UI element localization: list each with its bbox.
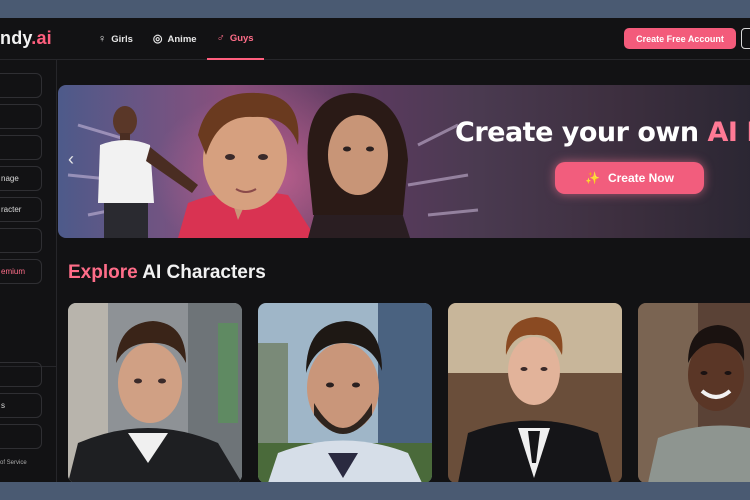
character-card[interactable] — [448, 303, 622, 482]
character-portrait — [448, 303, 622, 482]
create-now-label: Create Now — [607, 171, 674, 185]
sidebar-item[interactable] — [0, 135, 42, 160]
character-portrait — [638, 303, 750, 482]
banner-figure-2 — [178, 92, 316, 238]
magic-wand-icon: ✨ — [585, 171, 600, 185]
top-header: ndy.ai ♀ Girls ◎ Anime ♂ Guys Create Fre… — [0, 18, 750, 60]
secondary-header-button[interactable] — [741, 28, 750, 49]
female-icon: ♀ — [98, 32, 107, 45]
headline-text: Create your own — [455, 117, 708, 148]
banner-headline: Create your own AI Boyfr — [455, 117, 750, 148]
nav-guys-label: Guys — [229, 32, 254, 44]
character-card[interactable] — [638, 303, 750, 482]
sidebar-item[interactable]: s — [0, 393, 42, 418]
character-card[interactable] — [68, 303, 242, 482]
explore-accent: Explore — [68, 262, 138, 283]
logo-text: ndy — [0, 28, 32, 48]
sidebar-item[interactable] — [0, 73, 42, 98]
logo[interactable]: ndy.ai — [0, 28, 52, 49]
app-window: ndy.ai ♀ Girls ◎ Anime ♂ Guys Create Fre… — [0, 18, 750, 482]
character-card[interactable] — [258, 303, 432, 482]
character-portrait — [68, 303, 242, 482]
banner-figure-1 — [98, 106, 198, 238]
headline-accent: AI Boyfr — [707, 117, 750, 148]
sidebar-item[interactable] — [0, 228, 42, 253]
nav-anime[interactable]: ◎ Anime — [143, 18, 207, 60]
chevron-left-icon[interactable]: ‹ — [68, 149, 74, 170]
sidebar-item-premium[interactable]: emium — [0, 259, 42, 284]
create-now-button[interactable]: ✨ Create Now — [555, 162, 704, 194]
hero-banner[interactable]: ‹ Create your own AI Boyfr ✨ Create Now — [58, 85, 750, 238]
sidebar-item[interactable] — [0, 362, 42, 387]
character-portrait — [258, 303, 432, 482]
nav-anime-label: Anime — [167, 33, 197, 45]
anime-icon: ◎ — [152, 32, 163, 45]
logo-suffix: .ai — [31, 28, 52, 48]
create-free-account-button[interactable]: Create Free Account — [624, 28, 736, 49]
male-icon: ♂ — [216, 31, 225, 44]
category-nav: ♀ Girls ◎ Anime ♂ Guys — [88, 18, 264, 60]
nav-girls[interactable]: ♀ Girls — [88, 18, 143, 60]
sidebar-item[interactable] — [0, 424, 42, 449]
sidebar-item-image[interactable]: nage — [0, 166, 42, 191]
sidebar-item-character[interactable]: racter — [0, 197, 42, 222]
nav-girls-label: Girls — [111, 33, 133, 45]
explore-rest: AI Characters — [137, 262, 266, 283]
banner-figure-3 — [307, 93, 410, 238]
sidebar: nage racter emium s of Service — [0, 60, 57, 482]
terms-of-service-link[interactable]: of Service — [0, 460, 27, 466]
sidebar-item[interactable] — [0, 104, 42, 129]
explore-heading: Explore AI Characters — [68, 262, 266, 284]
nav-guys[interactable]: ♂ Guys — [206, 18, 264, 60]
